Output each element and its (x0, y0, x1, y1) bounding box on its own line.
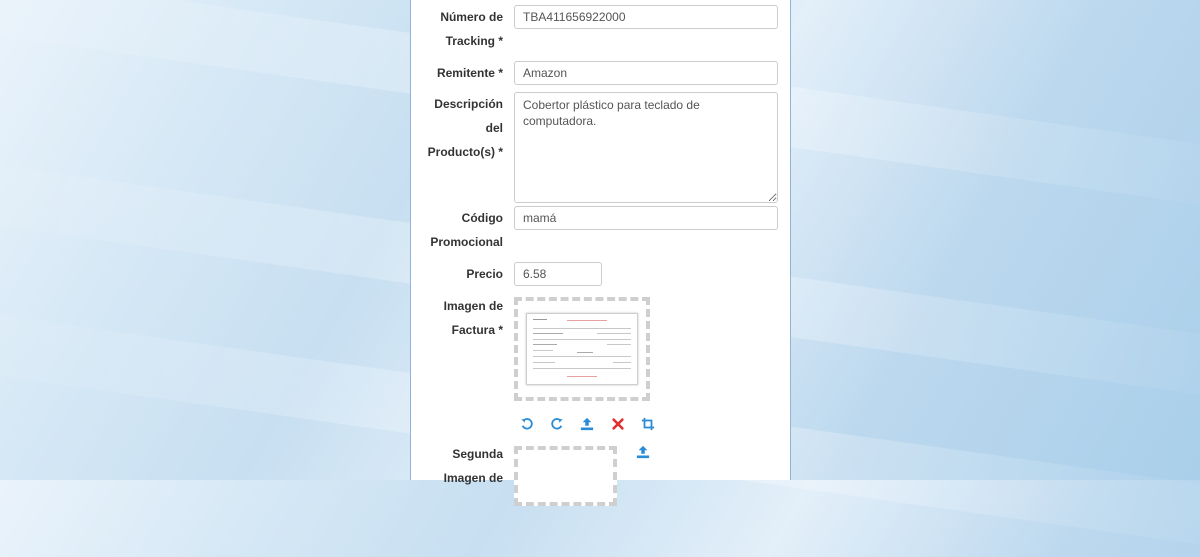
upload-icon[interactable] (633, 442, 653, 462)
rotate-left-icon[interactable] (517, 414, 537, 434)
crop-icon[interactable] (638, 414, 658, 434)
upload-icon[interactable] (577, 414, 597, 434)
precio-input[interactable] (514, 262, 602, 286)
invoice-image-dropzone[interactable] (514, 297, 650, 401)
invoice-image-thumbnail[interactable] (526, 313, 638, 385)
remitente-input[interactable] (514, 61, 778, 85)
codigo-promocional-input[interactable] (514, 206, 778, 230)
descripcion-textarea[interactable]: Cobertor plástico para teclado de comput… (514, 92, 778, 203)
segunda-imagen-label: Segunda Imagen de (443, 447, 503, 485)
tracking-number-input[interactable] (514, 5, 778, 29)
delete-icon[interactable] (608, 414, 628, 434)
descripcion-label: Descripción del Producto(s) * (427, 97, 503, 159)
codigo-label: Código Promocional (430, 211, 503, 249)
rotate-right-icon[interactable] (547, 414, 567, 434)
form-panel: Número de Tracking * Remitente * Descrip… (410, 0, 791, 506)
second-image-dropzone[interactable] (514, 446, 617, 506)
precio-label: Precio (466, 267, 503, 281)
tracking-label: Número de Tracking * (440, 10, 503, 48)
remitente-label: Remitente * (436, 66, 503, 80)
imagen-factura-label: Imagen de Factura * (443, 299, 503, 337)
